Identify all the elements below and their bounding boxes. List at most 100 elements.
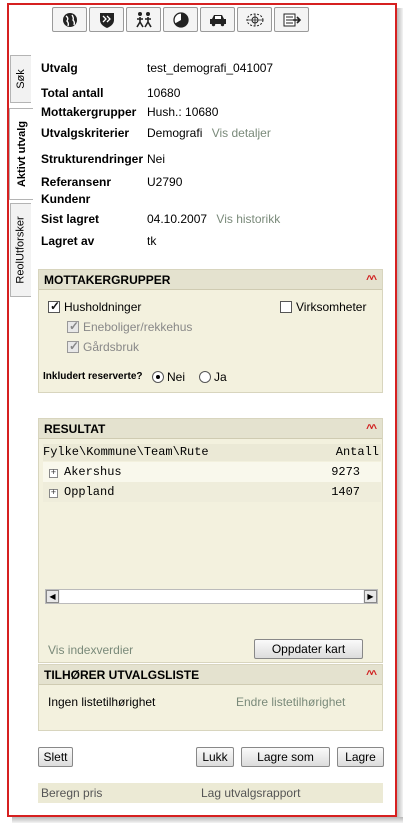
lukk-button[interactable]: Lukk [196,747,234,767]
scroll-left-icon[interactable]: ◀ [46,590,59,603]
oppdater-kart-button[interactable]: Oppdater kart [254,639,363,659]
referanse-label: Referansenr [41,175,112,189]
virksomheter-option[interactable]: Virksomheter [280,300,366,314]
reserverte-nei-option[interactable]: Nei [152,370,185,384]
row-name: Akershus [64,465,122,479]
table-row[interactable]: + Akershus 9273 [43,462,381,482]
tilhorer-header: TILHØRER UTVALGSLISTE ^^ [39,665,382,685]
scrollbar-thumb[interactable] [60,590,363,603]
beregn-pris-link[interactable]: Beregn pris [41,786,102,800]
sist-lagret-label: Sist lagret [41,212,100,226]
kriterier-value: Demografi [147,126,203,140]
row-name-wrap: + Oppland [49,485,114,499]
export-button[interactable] [274,7,309,32]
row-name-wrap: + Akershus [49,465,122,479]
column-path-header: Fylke\Kommune\Team\Rute [43,445,209,459]
globe-button[interactable] [52,7,87,32]
ja-label: Ja [214,370,227,384]
mottakergrupper-panel: MOTTAKERGRUPPER ^^ Husholdninger Virksom… [38,269,383,393]
ingen-listetilhorighet-text: Ingen listetilhørighet [48,695,156,709]
info-kriterier: Utvalgskriterier Demografi Vis detaljer [41,126,271,140]
expand-icon[interactable]: + [49,489,58,498]
referanse-value: U2790 [147,175,183,189]
utvalg-value: test_demografi_041007 [147,61,274,75]
row-antall: 9273 [331,465,360,479]
collapse-icon[interactable]: ^^ [366,274,377,286]
scroll-right-icon[interactable]: ▶ [364,590,377,603]
virksomheter-checkbox[interactable] [280,301,292,313]
info-total: Total antall 10680 [41,86,180,100]
top-toolbar [52,7,311,32]
tab-sok[interactable]: Søk [10,55,31,103]
endre-listetilhorighet-link[interactable]: Endre listetilhørighet [236,695,345,709]
husholdninger-checkbox[interactable] [48,299,60,313]
sist-lagret-value-wrap: 04.10.2007 Vis historikk [147,212,280,226]
lag-utvalgsrapport-link[interactable]: Lag utvalgsrapport [201,786,300,800]
husholdninger-option[interactable]: Husholdninger [48,299,142,314]
kriterier-value-wrap: Demografi Vis detaljer [147,126,271,140]
expand-icon[interactable]: + [49,469,58,478]
car-icon [209,14,226,26]
reserverte-ja-option[interactable]: Ja [199,370,227,384]
resultat-column-header: Fylke\Kommune\Team\Rute Antall [43,444,381,461]
gardsbruk-checkbox [67,339,79,353]
collapse-icon[interactable]: ^^ [366,669,377,681]
info-sist-lagret: Sist lagret 04.10.2007 Vis historikk [41,212,280,226]
lagre-button[interactable]: Lagre [337,747,384,767]
car-button[interactable] [200,7,235,32]
info-lagret-av: Lagret av tk [41,234,156,248]
husholdninger-label: Husholdninger [64,300,142,314]
target-icon [246,13,263,26]
target-button[interactable] [237,7,272,32]
pie-chart-icon [172,11,189,28]
shield-button[interactable] [89,7,124,32]
total-value: 10680 [147,86,181,100]
shield-icon [99,12,114,28]
row-name: Oppland [64,485,115,499]
info-kundenr: Kundenr [41,192,147,206]
table-row[interactable]: + Oppland 1407 [43,482,381,502]
nei-label: Nei [167,370,186,384]
collapse-icon[interactable]: ^^ [366,423,377,435]
people-button[interactable] [126,7,161,32]
total-label: Total antall [41,86,104,100]
window-shadow-right [397,8,403,820]
vis-historikk-link[interactable]: Vis historikk [216,212,280,226]
tilhorer-panel: TILHØRER UTVALGSLISTE ^^ Ingen listetilh… [38,664,383,731]
gardsbruk-label: Gårdsbruk [83,340,140,354]
kriterier-label: Utvalgskriterier [41,126,130,140]
vis-detaljer-link[interactable]: Vis detaljer [212,126,271,140]
utvalg-label: Utvalg [41,61,78,75]
info-struktur: Strukturendringer Nei [41,152,165,166]
virksomheter-label: Virksomheter [296,300,367,314]
tab-reolutforsker-label: ReolUtforsker [15,216,27,284]
resultat-panel: RESULTAT ^^ Fylke\Kommune\Team\Rute Anta… [38,418,383,663]
eneboliger-option: Eneboliger/rekkehus [67,319,192,334]
kundenr-label: Kundenr [41,192,91,206]
eneboliger-checkbox [67,319,79,333]
column-antall-header: Antall [335,445,379,459]
tab-sok-label: Søk [15,69,27,89]
mottakergrupper-title: MOTTAKERGRUPPER [44,272,171,287]
mottaker-label: Mottakergrupper [41,105,137,119]
horizontal-scrollbar[interactable]: ◀ ▶ [45,589,378,604]
slett-button[interactable]: Slett [38,747,73,767]
tilhorer-title: TILHØRER UTVALGSLISTE [44,667,200,682]
ja-radio[interactable] [199,371,211,383]
pie-chart-button[interactable] [163,7,198,32]
tab-aktivt-utvalg[interactable]: Aktivt utvalg [9,108,33,200]
mottaker-value: Hush.: 10680 [147,105,219,119]
vis-indexverdier-link[interactable]: Vis indexverdier [48,643,133,657]
nei-radio[interactable] [152,371,164,383]
globe-icon [62,12,77,27]
resultat-title: RESULTAT [44,421,106,436]
lagret-av-label: Lagret av [41,234,95,248]
row-antall: 1407 [331,485,360,499]
lagre-som-button[interactable]: Lagre som [241,747,330,767]
struktur-value: Nei [147,152,166,166]
gardsbruk-option: Gårdsbruk [67,339,140,354]
window-shadow-bottom [12,817,403,823]
tab-reolutforsker[interactable]: ReolUtforsker [10,203,31,297]
info-mottaker: Mottakergrupper Hush.: 10680 [41,105,218,119]
sist-lagret-value: 04.10.2007 [147,212,208,226]
